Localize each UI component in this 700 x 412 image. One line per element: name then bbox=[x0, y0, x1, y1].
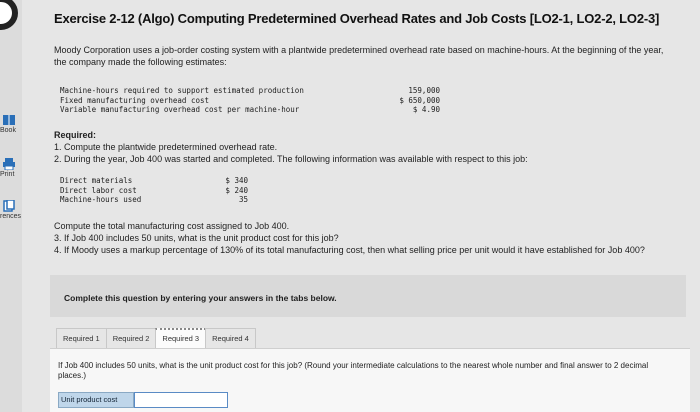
job-info-label: Direct labor cost bbox=[60, 185, 137, 195]
job-info-label: Machine-hours used bbox=[60, 195, 142, 204]
instruction-panel: Complete this question by entering your … bbox=[50, 275, 686, 317]
tab-required-2[interactable]: Required 2 bbox=[105, 328, 157, 348]
page-title: Exercise 2-12 (Algo) Computing Predeterm… bbox=[54, 11, 660, 26]
sidebar-item-label: Book bbox=[0, 127, 16, 134]
estimate-value: $ 650,000 bbox=[399, 95, 440, 105]
left-rail: Book Print rences bbox=[0, 0, 22, 412]
estimate-label: Machine-hours required to support estima… bbox=[60, 86, 304, 95]
list-item: 4. If Moody uses a markup percentage of … bbox=[54, 245, 645, 255]
table-row: Machine-hours used 35 bbox=[60, 195, 248, 205]
estimate-value: 159,000 bbox=[408, 86, 440, 95]
job-info-value: $ 240 bbox=[225, 185, 248, 195]
job-info-value: 35 bbox=[238, 195, 248, 204]
book-icon bbox=[3, 115, 15, 125]
question-text: If Job 400 includes 50 units, what is th… bbox=[58, 361, 649, 380]
estimate-value: $ 4.90 bbox=[412, 105, 440, 114]
table-row: Machine-hours required to support estima… bbox=[60, 86, 440, 96]
tab-required-1[interactable]: Required 1 bbox=[56, 328, 107, 348]
sidebar-item-book[interactable]: Book bbox=[0, 114, 22, 134]
table-row: Direct materials $ 340 bbox=[60, 176, 248, 186]
tab-required-3[interactable]: Required 3 bbox=[155, 328, 207, 348]
requirements-list-continued: Compute the total manufacturing cost ass… bbox=[54, 220, 684, 256]
estimate-label: Fixed manufacturing overhead cost bbox=[60, 95, 210, 105]
sidebar-item-references[interactable]: rences bbox=[0, 200, 22, 220]
job-info-table: Direct materials $ 340 Direct labor cost… bbox=[60, 176, 248, 205]
estimates-table: Machine-hours required to support estima… bbox=[60, 86, 440, 115]
references-icon bbox=[3, 200, 15, 212]
list-item: 1. Compute the plantwide predetermined o… bbox=[54, 142, 278, 152]
table-row: Direct labor cost $ 240 bbox=[60, 186, 248, 196]
job-info-label: Direct materials bbox=[60, 176, 133, 185]
table-row: Variable manufacturing overhead cost per… bbox=[60, 105, 440, 115]
sidebar-item-label: rences bbox=[0, 213, 22, 220]
required-heading: Required: bbox=[54, 130, 97, 140]
unit-product-cost-input[interactable] bbox=[134, 392, 228, 408]
sidebar-item-label: Print bbox=[0, 171, 15, 178]
requirement-tabs: Required 1 Required 2 Required 3 Require… bbox=[56, 328, 256, 348]
instruction-text: Complete this question by entering your … bbox=[64, 293, 337, 303]
estimate-label: Variable manufacturing overhead cost per… bbox=[60, 105, 300, 114]
job-info-value: $ 340 bbox=[225, 176, 248, 185]
question-content: Exercise 2-12 (Algo) Computing Predeterm… bbox=[46, 0, 692, 412]
requirements-list: 1. Compute the plantwide predetermined o… bbox=[54, 141, 674, 165]
table-row: Fixed manufacturing overhead cost $ 650,… bbox=[60, 96, 440, 106]
answer-row: Unit product cost bbox=[58, 392, 228, 408]
logo-icon bbox=[0, 0, 18, 30]
unit-product-cost-label: Unit product cost bbox=[58, 392, 134, 408]
list-item: 2. During the year, Job 400 was started … bbox=[54, 154, 528, 164]
tab-required-4[interactable]: Required 4 bbox=[205, 328, 256, 348]
print-icon bbox=[3, 158, 15, 170]
list-item: 3. If Job 400 includes 50 units, what is… bbox=[54, 233, 339, 243]
sidebar-item-print[interactable]: Print bbox=[0, 158, 22, 178]
answer-area: If Job 400 includes 50 units, what is th… bbox=[50, 348, 690, 412]
intro-text: Moody Corporation uses a job-order costi… bbox=[54, 45, 664, 67]
list-item: Compute the total manufacturing cost ass… bbox=[54, 221, 290, 231]
